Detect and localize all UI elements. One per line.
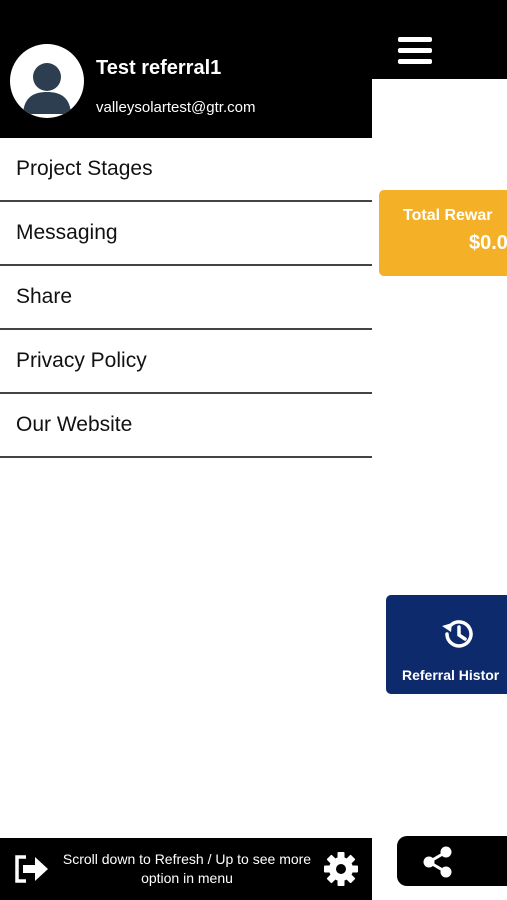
share-icon xyxy=(423,846,452,878)
menu-item-privacy-policy[interactable]: Privacy Policy xyxy=(0,330,372,394)
user-name: Test referral1 xyxy=(96,57,222,79)
refresh-hint-line2: option in menu xyxy=(141,870,233,886)
total-rewards-card: Total Rewar $0.0 xyxy=(379,190,507,276)
referral-history-button[interactable]: Referral Histor xyxy=(386,595,507,694)
share-button[interactable] xyxy=(397,836,507,886)
menu-item-project-stages[interactable]: Project Stages xyxy=(0,138,372,202)
drawer-header: Test referral1 valleysolartest@gtr.com xyxy=(0,0,372,138)
settings-icon[interactable] xyxy=(322,850,360,888)
refresh-hint: Scroll down to Refresh / Up to see more … xyxy=(52,850,322,888)
menu-icon[interactable] xyxy=(398,37,432,67)
user-email: valleysolartest@gtr.com xyxy=(96,99,256,116)
menu-item-messaging[interactable]: Messaging xyxy=(0,202,372,266)
total-rewards-value: $0.0 xyxy=(469,232,507,254)
logout-icon[interactable] xyxy=(12,852,50,886)
drawer-footer: Scroll down to Refresh / Up to see more … xyxy=(0,838,372,900)
navigation-drawer: Test referral1 valleysolartest@gtr.com P… xyxy=(0,0,372,900)
drawer-menu: Project Stages Messaging Share Privacy P… xyxy=(0,138,372,458)
app-top-bar xyxy=(372,0,507,79)
total-rewards-title: Total Rewar xyxy=(403,207,493,224)
refresh-hint-line1: Scroll down to Refresh / Up to see more xyxy=(62,851,312,867)
history-icon xyxy=(442,620,473,648)
avatar[interactable] xyxy=(10,44,84,118)
referral-history-label: Referral Histor xyxy=(402,667,500,683)
avatar-icon xyxy=(23,63,71,114)
menu-item-share[interactable]: Share xyxy=(0,266,372,330)
menu-item-our-website[interactable]: Our Website xyxy=(0,394,372,458)
